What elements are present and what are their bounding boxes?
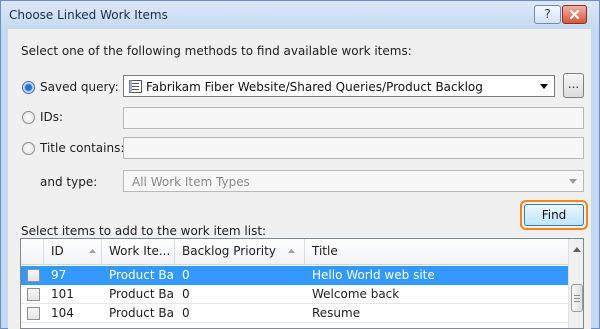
cell-work-item-type: Product Ba... [109, 306, 173, 320]
saved-query-value: Fabrikam Fiber Website/Shared Queries/Pr… [146, 80, 483, 94]
thumb-grip [574, 298, 580, 299]
work-item-type-value: All Work Item Types [132, 175, 250, 189]
browse-query-button[interactable]: ... [563, 73, 584, 98]
column-title[interactable]: Title [305, 239, 568, 265]
column-id[interactable]: ID [44, 239, 102, 265]
title-contains-input[interactable] [123, 137, 584, 159]
list-label: Select items to add to the work item lis… [21, 224, 267, 238]
cell-title: Welcome back [312, 287, 400, 301]
column-backlog-priority-label: Backlog Priority [182, 244, 276, 258]
ids-radio[interactable] [22, 111, 35, 124]
column-title-label: Title [312, 244, 338, 258]
scroll-thumb[interactable] [571, 284, 583, 312]
type-label: and type: [40, 175, 98, 189]
instruction-text: Select one of the following methods to f… [21, 44, 412, 58]
ids-label: IDs: [40, 110, 64, 124]
row-checkbox[interactable] [27, 269, 40, 282]
close-button[interactable] [562, 5, 587, 24]
cell-id: 97 [51, 268, 67, 282]
row-checkbox[interactable] [27, 307, 40, 320]
find-button[interactable]: Find [524, 204, 584, 226]
chevron-down-icon [569, 179, 577, 184]
sort-ascending-icon [288, 249, 295, 253]
scroll-up-icon[interactable] [573, 247, 581, 252]
work-item-type-dropdown[interactable]: All Work Item Types [123, 170, 584, 192]
cell-title: Resume [312, 306, 361, 320]
saved-query-radio[interactable] [22, 81, 35, 94]
dialog-window: Choose Linked Work Items ? Select one of… [0, 0, 600, 329]
grid-header: ID Work Ite... Backlog Priority Title [21, 239, 568, 265]
title-contains-label: Title contains: [40, 141, 125, 155]
ids-input[interactable] [123, 107, 584, 129]
header-checkbox-column[interactable] [21, 239, 44, 265]
table-row[interactable]: 101 Product Ba... 0 Welcome back [21, 285, 568, 304]
grid-scrollbar[interactable] [568, 239, 583, 328]
cell-work-item-type: Product Ba... [109, 268, 173, 282]
dialog-body: Select one of the following methods to f… [8, 29, 591, 329]
close-icon [570, 10, 579, 19]
query-list-icon [129, 80, 142, 93]
title-bar[interactable]: Choose Linked Work Items ? [1, 1, 599, 29]
table-row[interactable]: 97 Product Ba... 0 Hello World web site [21, 266, 568, 285]
saved-query-label: Saved query: [40, 80, 119, 94]
cell-id: 104 [51, 306, 74, 320]
chevron-down-icon [540, 84, 548, 89]
find-button-focus-ring: Find [520, 200, 588, 230]
help-button[interactable]: ? [534, 5, 561, 24]
column-work-item-type[interactable]: Work Ite... [102, 239, 175, 265]
window-title: Choose Linked Work Items [9, 8, 168, 22]
thumb-grip [574, 295, 580, 296]
cell-backlog-priority: 0 [182, 287, 190, 301]
column-work-item-type-label: Work Ite... [109, 244, 171, 258]
cell-title: Hello World web site [312, 268, 435, 282]
cell-work-item-type: Product Ba... [109, 287, 173, 301]
work-items-grid[interactable]: ID Work Ite... Backlog Priority Title 97… [20, 238, 584, 329]
saved-query-dropdown[interactable]: Fabrikam Fiber Website/Shared Queries/Pr… [123, 75, 555, 97]
cell-backlog-priority: 0 [182, 268, 190, 282]
table-row[interactable]: 104 Product Ba... 0 Resume [21, 304, 568, 323]
cell-id: 101 [51, 287, 74, 301]
column-id-label: ID [51, 244, 64, 258]
cell-backlog-priority: 0 [182, 306, 190, 320]
row-checkbox[interactable] [27, 288, 40, 301]
column-backlog-priority[interactable]: Backlog Priority [175, 239, 305, 265]
title-contains-radio[interactable] [22, 142, 35, 155]
sort-ascending-icon [89, 249, 96, 253]
thumb-grip [574, 301, 580, 302]
